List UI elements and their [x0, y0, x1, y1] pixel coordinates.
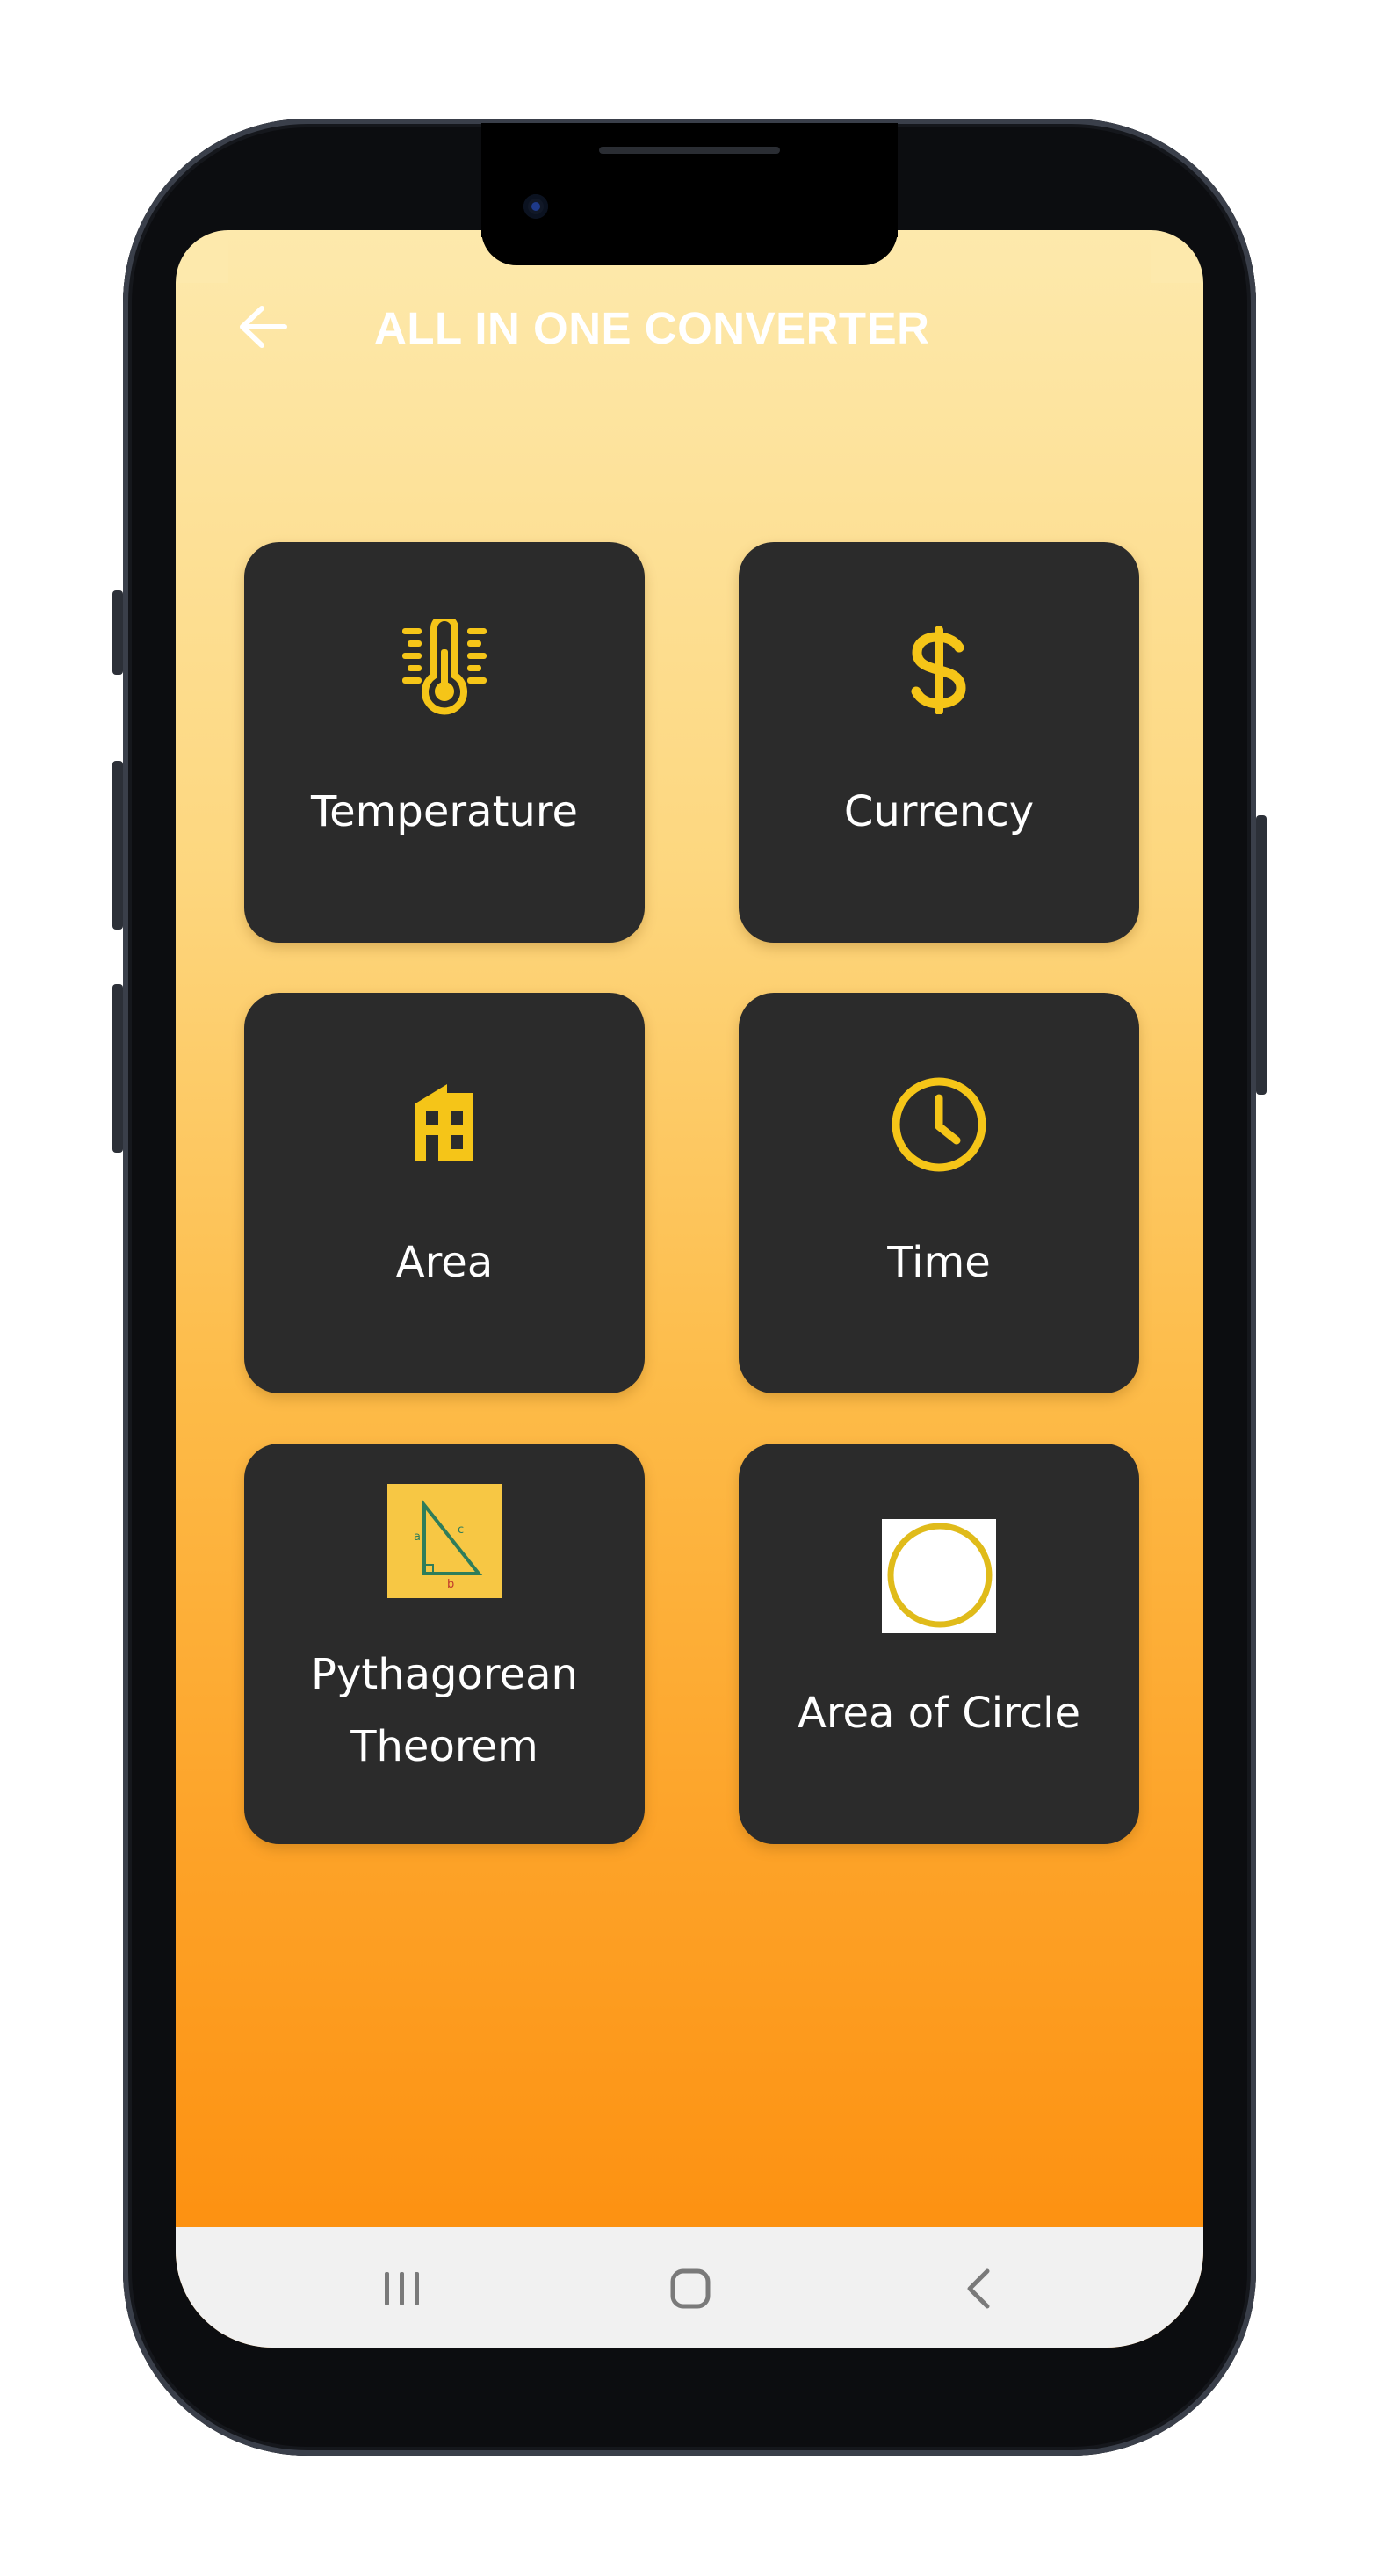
- earpiece-speaker: [599, 147, 780, 154]
- dollar-icon: [739, 626, 1139, 714]
- card-label: Area of Circle: [797, 1689, 1081, 1738]
- card-label-line1: Pythagorean: [311, 1650, 578, 1699]
- system-nav-bar: [176, 2227, 1203, 2348]
- temperature-card[interactable]: Temperature: [244, 542, 645, 943]
- right-triangle-image: a c b: [244, 1484, 645, 1598]
- volume-up-button: [112, 761, 123, 930]
- area-card[interactable]: Area: [244, 993, 645, 1393]
- building-icon: [244, 1081, 645, 1165]
- side-a-label: a: [414, 1530, 421, 1544]
- arrow-left-icon[interactable]: [239, 305, 288, 349]
- clock-icon: [739, 1075, 1139, 1174]
- silent-switch: [112, 590, 123, 675]
- power-button: [1256, 815, 1267, 1095]
- card-label: Temperature: [310, 787, 579, 836]
- notch: [481, 123, 898, 237]
- side-c-label: c: [458, 1523, 464, 1537]
- circle-image: [739, 1519, 1139, 1633]
- time-card[interactable]: Time: [739, 993, 1139, 1393]
- notch: [481, 230, 898, 265]
- card-label-line2: Theorem: [350, 1722, 538, 1771]
- pythagorean-theorem-card[interactable]: a c b Pythagorean Theorem: [244, 1444, 645, 1844]
- currency-card[interactable]: Currency: [739, 542, 1139, 943]
- app-screen: ALL IN ONE CONVERTER Temperature Currenc…: [176, 230, 1203, 2348]
- device-frame: ALL IN ONE CONVERTER Temperature Currenc…: [0, 0, 1379, 2576]
- recents-icon[interactable]: [367, 2254, 437, 2324]
- side-b-label: b: [447, 1578, 454, 1591]
- front-camera: [523, 194, 548, 219]
- home-icon[interactable]: [655, 2254, 726, 2324]
- thermometer-icon: [244, 619, 645, 718]
- app-bar: ALL IN ONE CONVERTER: [176, 274, 1203, 380]
- card-label: Area: [395, 1238, 494, 1287]
- card-label: Time: [887, 1238, 991, 1287]
- area-of-circle-card[interactable]: Area of Circle: [739, 1444, 1139, 1844]
- back-chevron-icon[interactable]: [943, 2254, 1014, 2324]
- card-label: Currency: [843, 787, 1035, 836]
- page-title: ALL IN ONE CONVERTER: [374, 303, 930, 353]
- volume-down-button: [112, 984, 123, 1153]
